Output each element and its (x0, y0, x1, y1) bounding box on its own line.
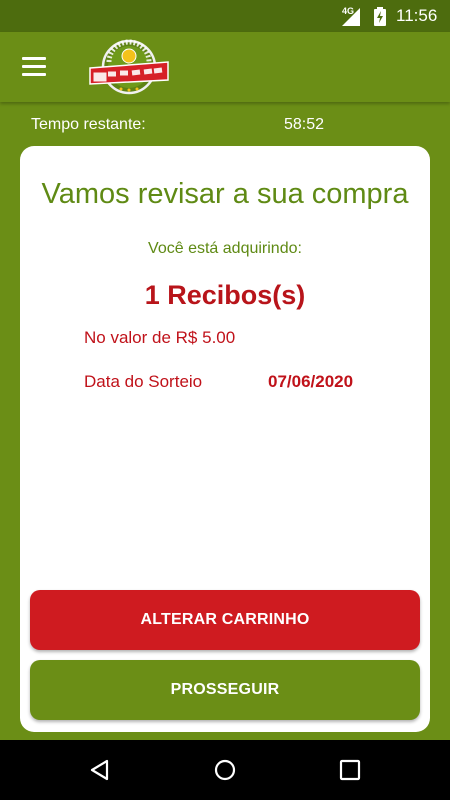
receipt-quantity: 1 Recibos(s) (144, 280, 306, 310)
home-icon[interactable] (213, 758, 237, 782)
system-navigation-bar (0, 740, 450, 800)
change-cart-button[interactable]: ALTERAR CARRINHO (30, 590, 420, 650)
review-card: Vamos revisar a sua compra Você está adq… (20, 146, 430, 732)
time-remaining-value: 58:52 (284, 116, 325, 133)
recent-apps-icon[interactable] (338, 758, 362, 782)
app-logo (89, 39, 169, 95)
draw-date-label: Data do Sorteio (84, 372, 203, 391)
clock: 11:56 (396, 6, 438, 25)
network-type: 4G (342, 6, 355, 16)
back-icon[interactable] (88, 758, 112, 782)
proceed-button[interactable]: PROSSEGUIR (30, 660, 420, 720)
battery-charging-icon (374, 7, 386, 26)
status-bar: 4G 11:56 (0, 0, 450, 32)
hamburger-menu-icon (22, 57, 46, 60)
menu-button[interactable] (18, 52, 52, 82)
app-bar (0, 32, 450, 102)
draw-date-value: 07/06/2020 (268, 372, 354, 391)
purchase-value: No valor de R$ 5.00 (84, 328, 236, 347)
acquiring-label: Você está adquirindo: (148, 240, 302, 257)
page-title: Vamos revisar a sua compra (41, 178, 409, 210)
time-remaining-label: Tempo restante: (31, 116, 146, 133)
